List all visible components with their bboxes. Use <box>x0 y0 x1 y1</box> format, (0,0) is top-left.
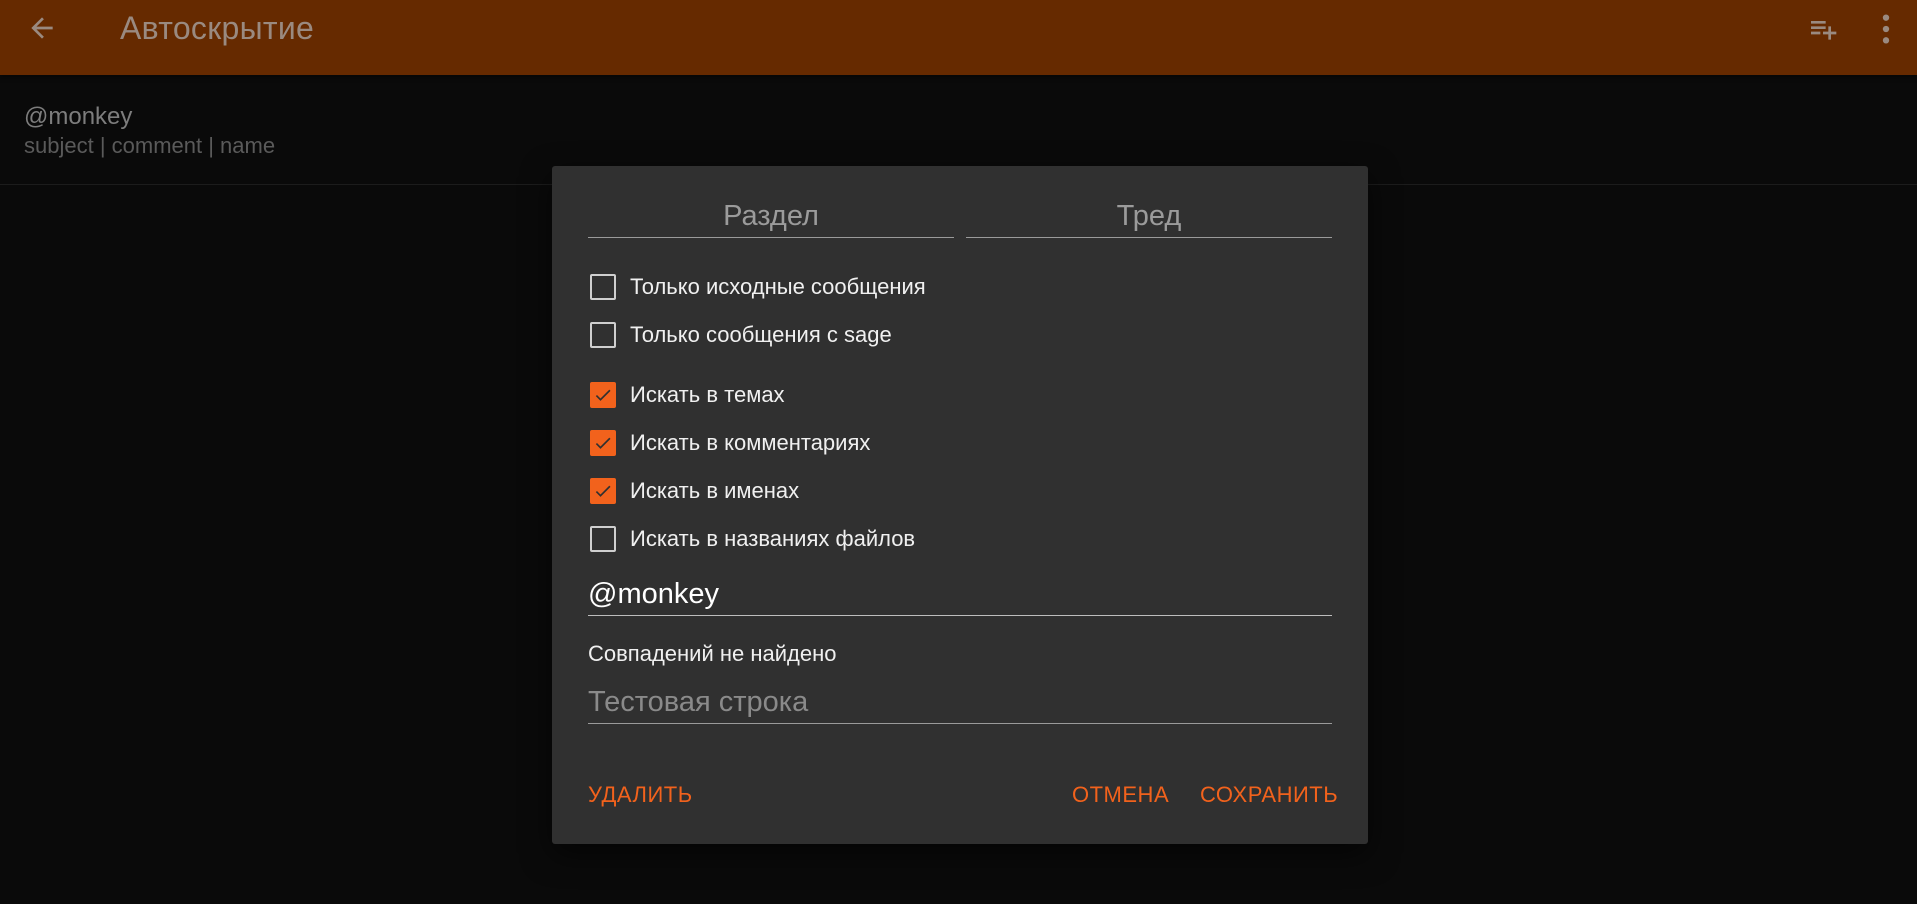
page-title: Автоскрытие <box>120 10 315 46</box>
app-bar: Автоскрытие <box>0 0 1917 75</box>
option-only-op[interactable]: Только исходные сообщения <box>590 270 926 304</box>
checkbox-label: Только исходные сообщения <box>630 274 926 299</box>
checkbox-label: Искать в названиях файлов <box>630 526 916 551</box>
more-vert-icon[interactable] <box>1876 12 1896 46</box>
option-search-name[interactable]: Искать в именах <box>590 474 799 508</box>
check-icon <box>595 389 611 401</box>
option-search-subject[interactable]: Искать в темах <box>590 378 785 412</box>
cancel-button[interactable]: ОТМЕНА <box>1072 782 1169 808</box>
checkbox[interactable] <box>590 526 616 552</box>
rule-fields: subject | comment | name <box>24 133 276 158</box>
board-input[interactable]: Раздел <box>588 196 954 238</box>
checkbox-checked[interactable] <box>590 430 616 456</box>
match-status-text: Совпадений не найдено <box>588 641 837 666</box>
option-search-comment[interactable]: Искать в комментариях <box>590 426 870 460</box>
test-string-input[interactable]: Тестовая строка <box>588 682 1332 724</box>
checkbox[interactable] <box>590 322 616 348</box>
rule-pattern: @monkey <box>24 103 133 130</box>
autohide-dialog: Раздел Тред Только исходные сообщения То… <box>552 166 1368 844</box>
check-icon <box>595 485 611 497</box>
playlist-add-icon[interactable] <box>1806 13 1840 45</box>
checkbox-label: Искать в комментариях <box>630 430 871 455</box>
checkbox-label: Искать в именах <box>630 478 800 503</box>
checkbox-label: Только сообщения с sage <box>630 322 892 347</box>
thread-input[interactable]: Тред <box>966 196 1332 238</box>
checkbox-label: Искать в темах <box>630 382 785 407</box>
save-button[interactable]: СОХРАНИТЬ <box>1200 782 1338 808</box>
check-icon <box>595 437 611 449</box>
checkbox-checked[interactable] <box>590 478 616 504</box>
delete-button[interactable]: УДАЛИТЬ <box>588 782 693 808</box>
option-only-sage[interactable]: Только сообщения с sage <box>590 318 892 352</box>
pattern-input[interactable]: @monkey <box>588 574 1332 616</box>
option-search-filename[interactable]: Искать в названиях файлов <box>590 522 915 556</box>
checkbox-checked[interactable] <box>590 382 616 408</box>
arrow-back-icon[interactable] <box>26 12 58 44</box>
checkbox[interactable] <box>590 274 616 300</box>
